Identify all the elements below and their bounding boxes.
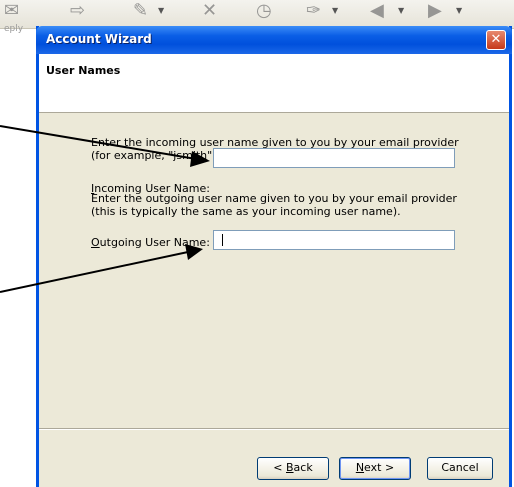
outgoing-user-name-input[interactable] [213, 230, 455, 250]
delete-icon[interactable]: ✕ [202, 0, 217, 22]
close-icon: ✕ [490, 32, 502, 47]
chevron-down-icon[interactable]: ▼ [158, 6, 164, 15]
close-button[interactable]: ✕ [486, 30, 506, 50]
text-caret [222, 234, 223, 246]
outgoing-user-name-label: Outgoing User Name: [91, 236, 210, 249]
back-icon[interactable]: ◀ [370, 0, 384, 22]
title-bar[interactable]: Account Wizard ✕ [36, 26, 512, 54]
forward-nav-icon[interactable]: ▶ [428, 0, 442, 22]
background-toolbar: ✉ ⇨ ✎ ▼ ✕ ◷ ✑ ▼ ◀ ▼ ▶ ▼ [0, 0, 514, 29]
brush-icon[interactable]: ✎ [133, 0, 148, 22]
account-wizard-dialog: Account Wizard ✕ User Names Enter the in… [36, 26, 512, 487]
outgoing-instruction: Enter the outgoing user name given to yo… [91, 192, 457, 218]
envelope-icon[interactable]: ✉ [4, 0, 19, 22]
tag-icon[interactable]: ✑ [306, 0, 321, 22]
reply-label-ghost: eply [4, 24, 24, 34]
button-separator [39, 428, 509, 430]
back-button[interactable]: < Back [257, 457, 329, 480]
page-header: User Names [39, 54, 509, 113]
page-title: User Names [46, 64, 121, 77]
clock-icon[interactable]: ◷ [256, 0, 272, 22]
chevron-down-icon[interactable]: ▼ [456, 6, 462, 15]
chevron-down-icon[interactable]: ▼ [398, 6, 404, 15]
forward-icon[interactable]: ⇨ [70, 0, 85, 22]
window-title: Account Wizard [46, 32, 152, 46]
chevron-down-icon[interactable]: ▼ [332, 6, 338, 15]
cancel-button[interactable]: Cancel [427, 457, 493, 480]
incoming-user-name-input[interactable] [213, 148, 455, 168]
next-button[interactable]: Next > [339, 457, 411, 480]
